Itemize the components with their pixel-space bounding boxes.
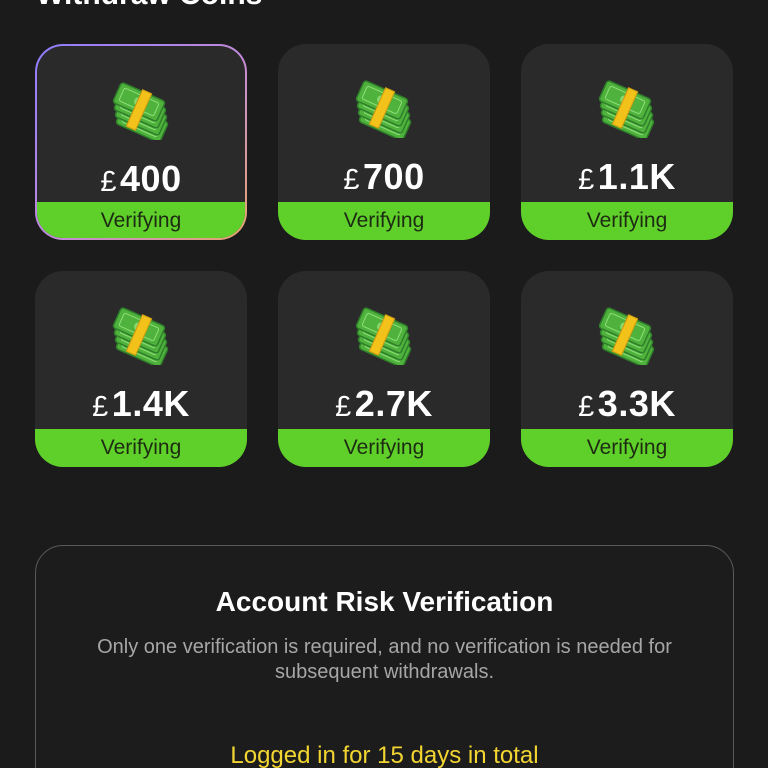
login-days-status: Logged in for 15 days in total bbox=[230, 742, 539, 768]
withdraw-amount: £400 bbox=[37, 158, 245, 200]
account-risk-panel: Account Risk Verification Only one verif… bbox=[35, 545, 734, 768]
status-badge: Verifying bbox=[35, 429, 247, 467]
currency-symbol: £ bbox=[343, 164, 361, 196]
withdraw-options-grid: £400 Verifying £700 Verifying £1.1K Veri… bbox=[35, 44, 734, 467]
currency-symbol: £ bbox=[578, 164, 595, 196]
currency-symbol: £ bbox=[92, 391, 109, 423]
withdraw-option-card[interactable]: £700 Verifying bbox=[278, 44, 490, 240]
amount-value: 3.3K bbox=[597, 383, 676, 424]
withdraw-amount: £1.1K bbox=[521, 156, 733, 198]
money-stack-icon bbox=[112, 307, 169, 365]
money-stack-icon bbox=[355, 307, 412, 365]
amount-value: 700 bbox=[363, 156, 425, 197]
withdraw-option-card[interactable]: £1.4K Verifying bbox=[35, 271, 247, 467]
withdraw-amount: £2.7K bbox=[278, 383, 490, 425]
withdraw-option-card[interactable]: £2.7K Verifying bbox=[278, 271, 490, 467]
withdraw-amount: £3.3K bbox=[521, 383, 733, 425]
amount-value: 400 bbox=[120, 158, 182, 199]
money-stack-icon bbox=[598, 307, 655, 365]
section-title: Withdraw Coins bbox=[36, 0, 262, 12]
status-badge: Verifying bbox=[521, 429, 733, 467]
withdraw-option-card[interactable]: £400 Verifying bbox=[35, 44, 247, 240]
risk-panel-title: Account Risk Verification bbox=[215, 586, 554, 617]
status-badge: Verifying bbox=[278, 202, 490, 240]
amount-value: 1.4K bbox=[111, 383, 190, 424]
money-stack-icon bbox=[598, 80, 655, 138]
risk-panel-description: Only one verification is required, and n… bbox=[97, 636, 672, 683]
currency-symbol: £ bbox=[578, 391, 595, 423]
withdraw-amount: £1.4K bbox=[35, 383, 247, 425]
amount-value: 1.1K bbox=[597, 156, 676, 197]
amount-value: 2.7K bbox=[354, 383, 433, 424]
withdraw-page: Withdraw Coins £400 Verifying £700 Verif… bbox=[0, 0, 768, 768]
status-badge: Verifying bbox=[37, 202, 245, 238]
money-stack-icon bbox=[112, 82, 169, 140]
withdraw-option-card[interactable]: £1.1K Verifying bbox=[521, 44, 733, 240]
currency-symbol: £ bbox=[335, 391, 352, 423]
money-stack-icon bbox=[355, 80, 412, 138]
status-badge: Verifying bbox=[521, 202, 733, 240]
withdraw-option-card[interactable]: £3.3K Verifying bbox=[521, 271, 733, 467]
currency-symbol: £ bbox=[100, 166, 118, 198]
status-badge: Verifying bbox=[278, 429, 490, 467]
withdraw-amount: £700 bbox=[278, 156, 490, 198]
